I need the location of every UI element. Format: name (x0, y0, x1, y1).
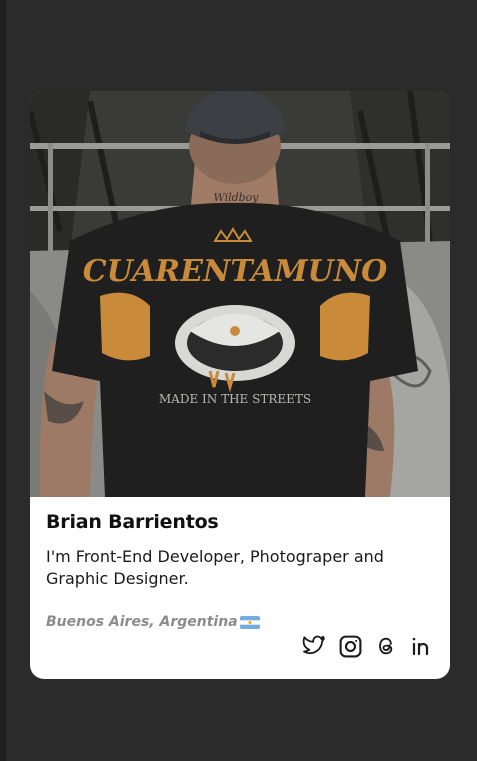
twitter-icon (301, 634, 327, 662)
argentina-flag-icon (239, 615, 260, 629)
instagram-icon (338, 634, 363, 663)
neck-tattoo-text: Wildboy (213, 191, 259, 204)
shirt-subtext: MADE IN THE STREETS (159, 392, 311, 406)
profile-card: CUARENTAMUNO MADE IN THE STREETS Wildboy… (30, 91, 450, 679)
instagram-link[interactable] (336, 634, 364, 662)
profile-name: Brian Barrientos (46, 511, 219, 533)
profile-photo: CUARENTAMUNO MADE IN THE STREETS Wildboy (30, 91, 450, 497)
linkedin-link[interactable] (408, 634, 436, 662)
threads-link[interactable] (372, 634, 400, 662)
threads-icon (375, 634, 397, 662)
profile-bio: I'm Front-End Developer, Photograper and… (46, 547, 384, 588)
social-links (300, 634, 436, 662)
card-body: Brian Barrientos I'm Front-End Developer… (46, 511, 434, 590)
profile-location: Buenos Aires, Argentina (46, 614, 260, 630)
location-text: Buenos Aires, Argentina (46, 614, 238, 630)
page-edge (0, 0, 6, 761)
twitter-link[interactable] (300, 634, 328, 662)
shirt-logo-text: CUARENTAMUNO (83, 254, 388, 289)
linkedin-icon (409, 634, 435, 662)
